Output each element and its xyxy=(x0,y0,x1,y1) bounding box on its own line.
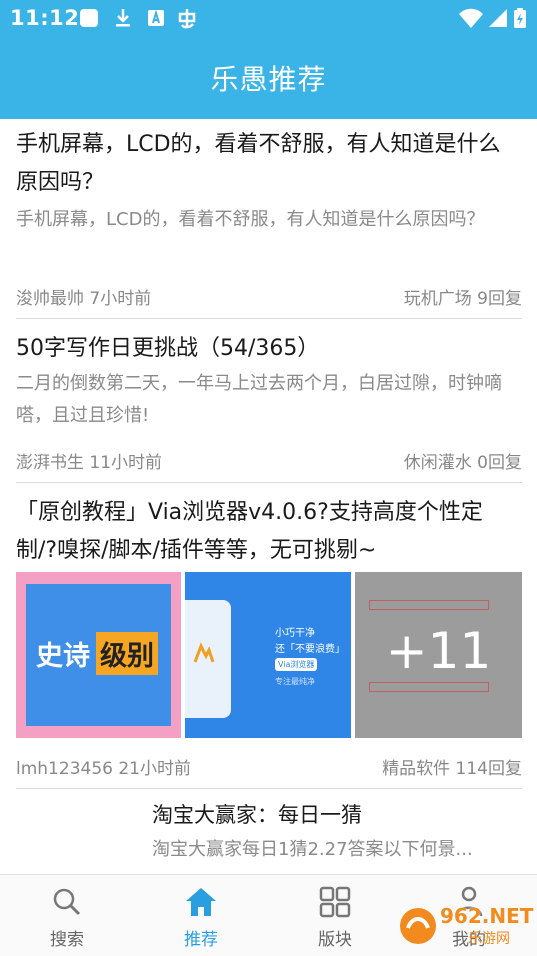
watermark-brand: 962.NET xyxy=(440,904,534,928)
image-decoration xyxy=(369,600,489,610)
grid-icon xyxy=(319,886,351,918)
divider xyxy=(16,318,522,319)
nav-item-search[interactable]: 搜索 xyxy=(0,875,134,956)
download-icon xyxy=(116,9,130,27)
bug-icon xyxy=(178,9,196,29)
divider xyxy=(16,788,522,789)
image-badge: Via浏览器 xyxy=(275,658,318,671)
post-item[interactable]: 手机屏幕，LCD的，看着不舒服，有人知道是什么原因吗？ 手机屏幕，LCD的，看着… xyxy=(16,126,522,236)
nav-item-boards[interactable]: 版块 xyxy=(268,875,402,956)
post-title: 50字写作日更挑战（54/365） xyxy=(16,336,320,361)
post-preview[interactable]: 淘宝大赢家：每日一猜 淘宝大赢家每日1猜2.27答案以下何景... xyxy=(152,800,522,864)
nav-item-recommend[interactable]: 推荐 xyxy=(134,875,268,956)
post-item[interactable]: 「原创教程」Via浏览器v4.0.6?支持高度个性定制/?嗅探/脚本/插件等等，… xyxy=(16,494,522,570)
app-bar: 乐愚推荐 xyxy=(0,36,537,119)
post-image-2[interactable]: 小巧干净 还「不要浪费」 Via浏览器 专注最纯净 xyxy=(185,572,351,738)
status-bar: 11:12 xyxy=(0,0,537,36)
post-forum-replies: 玩机广场 9回复 xyxy=(403,289,522,309)
post-author-time: 浚帅最帅 7小时前 xyxy=(16,289,152,309)
nav-label-search: 搜索 xyxy=(50,930,84,950)
nav-label-recommend: 推荐 xyxy=(184,930,218,950)
search-icon xyxy=(53,888,81,916)
notification-app-icon xyxy=(80,9,98,27)
nav-label-boards: 版块 xyxy=(318,930,352,950)
post-item[interactable]: 50字写作日更挑战（54/365） 二月的倒数第二天，一年马上过去两个月，白居过… xyxy=(16,330,522,432)
image-text: 还「不要浪费」 xyxy=(275,644,345,655)
wifi-icon xyxy=(459,8,483,28)
post-summary: 手机屏幕，LCD的，看着不舒服，有人知道是什么原因吗？ xyxy=(16,209,485,230)
preview-title: 淘宝大赢家：每日一猜 xyxy=(152,803,362,827)
image-text: 史诗 xyxy=(36,641,90,672)
preview-summary: 淘宝大赢家每日1猜2.27答案以下何景... xyxy=(152,839,473,860)
post-image-more[interactable]: +11 xyxy=(355,572,522,738)
page-title: 乐愚推荐 xyxy=(210,63,327,96)
post-forum-replies: 休闲灌水 0回复 xyxy=(403,453,522,473)
post-summary: 二月的倒数第二天，一年马上过去两个月，白居过隙，时钟嘀嗒，且过且珍惜! xyxy=(16,373,502,426)
watermark-sub: 乐游网 xyxy=(468,931,510,947)
watermark-logo-icon xyxy=(400,908,436,944)
status-time: 11:12 xyxy=(10,6,80,30)
image-text: 级别 xyxy=(96,632,158,675)
post-image-1[interactable]: 史诗 级别 xyxy=(16,572,181,738)
post-title: 「原创教程」Via浏览器v4.0.6?支持高度个性定制/?嗅探/脚本/插件等等，… xyxy=(16,500,483,563)
post-title: 手机屏幕，LCD的，看着不舒服，有人知道是什么原因吗？ xyxy=(16,132,501,195)
divider xyxy=(16,482,522,483)
site-watermark: 962.NET 乐游网 xyxy=(398,900,534,950)
post-forum-replies: 精品软件 114回复 xyxy=(382,759,522,779)
post-author-time: lmh123456 21小时前 xyxy=(16,759,191,779)
post-author-time: 澎湃书生 11小时前 xyxy=(16,453,163,473)
home-icon xyxy=(186,888,216,916)
via-logo-icon xyxy=(193,642,215,663)
image-text: 专注最纯净 xyxy=(275,677,315,686)
more-images-count: +11 xyxy=(385,622,492,680)
signal-icon xyxy=(489,9,507,27)
image-decoration xyxy=(369,682,489,692)
battery-icon xyxy=(514,8,526,28)
keyboard-icon xyxy=(148,9,164,26)
image-text: 小巧干净 xyxy=(275,628,315,639)
